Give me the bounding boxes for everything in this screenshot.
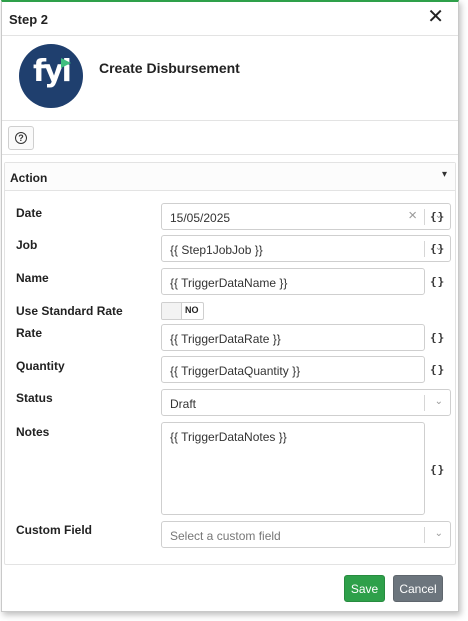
action-panel-header[interactable]: Action ▾: [5, 163, 455, 191]
action-title: Action: [10, 171, 48, 185]
dialog-title: Step 2: [9, 12, 49, 27]
create-disbursement-dialog: Step 2 ✕ fyi Create Disbursement ? Actio…: [1, 0, 459, 612]
date-label: Date: [16, 206, 43, 220]
custom-field-select[interactable]: Select a custom field ⌄: [161, 521, 451, 548]
step-title: Create Disbursement: [99, 60, 240, 76]
quantity-input[interactable]: {{ TriggerDataQuantity }}: [161, 356, 425, 383]
name-value: {{ TriggerDataName }}: [170, 276, 288, 290]
job-label: Job: [16, 238, 38, 252]
status-label: Status: [16, 391, 53, 405]
cancel-button[interactable]: Cancel: [393, 575, 443, 602]
status-select[interactable]: Draft ⌄: [161, 389, 451, 416]
use-standard-rate-toggle[interactable]: NO: [161, 302, 204, 320]
variable-braces-icon[interactable]: {}: [430, 210, 445, 223]
use-standard-rate-label: Use Standard Rate: [16, 304, 123, 318]
date-field[interactable]: 15/05/2025 × ⌄: [161, 203, 451, 230]
custom-field-placeholder: Select a custom field: [170, 529, 281, 543]
rate-value: {{ TriggerDataRate }}: [170, 332, 281, 346]
name-input[interactable]: {{ TriggerDataName }}: [161, 268, 425, 295]
rate-input[interactable]: {{ TriggerDataRate }}: [161, 324, 425, 351]
status-value: Draft: [170, 397, 197, 411]
save-button[interactable]: Save: [344, 575, 385, 602]
help-row: ?: [2, 122, 458, 155]
chevron-down-icon[interactable]: ⌄: [435, 528, 443, 539]
rate-label: Rate: [16, 326, 43, 340]
variable-braces-icon[interactable]: {}: [430, 331, 445, 344]
toggle-state-text: NO: [185, 305, 199, 315]
notes-value: {{ TriggerDataNotes }}: [170, 430, 287, 444]
logo-flag-icon: [61, 58, 71, 68]
clear-icon[interactable]: ×: [408, 207, 417, 224]
close-icon[interactable]: ✕: [427, 7, 444, 27]
job-value: {{ Step1JobJob }}: [170, 243, 263, 257]
select-divider: [424, 395, 425, 411]
step-header: fyi Create Disbursement: [2, 36, 458, 121]
date-value: 15/05/2025: [170, 211, 231, 225]
quantity-label: Quantity: [16, 359, 65, 373]
select-divider: [424, 527, 425, 543]
action-panel: Action ▾ Date 15/05/2025 × ⌄ {} Job {{ S…: [4, 162, 456, 565]
chevron-down-icon[interactable]: ⌄: [435, 396, 443, 407]
job-select[interactable]: {{ Step1JobJob }} ⌄: [161, 235, 451, 262]
notes-textarea[interactable]: {{ TriggerDataNotes }}: [161, 422, 425, 515]
select-divider: [424, 241, 425, 257]
help-button[interactable]: ?: [8, 126, 34, 150]
question-circle-icon: ?: [15, 132, 27, 144]
name-label: Name: [16, 271, 49, 285]
notes-label: Notes: [16, 425, 50, 439]
custom-field-label: Custom Field: [16, 523, 93, 537]
select-divider: [424, 209, 425, 225]
variable-braces-icon[interactable]: {}: [430, 275, 445, 288]
variable-braces-icon[interactable]: {}: [430, 363, 445, 376]
variable-braces-icon[interactable]: {}: [430, 463, 445, 476]
fyi-logo: fyi: [19, 44, 83, 108]
variable-braces-icon[interactable]: {}: [430, 242, 445, 255]
dialog-title-bar: Step 2 ✕: [2, 2, 458, 36]
toggle-knob: [162, 303, 182, 319]
quantity-value: {{ TriggerDataQuantity }}: [170, 364, 301, 378]
chevron-down-icon[interactable]: ▾: [442, 169, 447, 180]
